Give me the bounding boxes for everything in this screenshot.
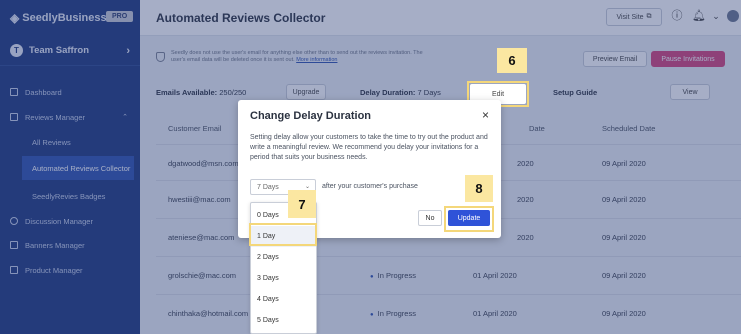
chevron-down-icon: ⌄	[304, 184, 310, 190]
option-highlight-box	[249, 223, 317, 246]
delay-options-list: 0 Days 1 Day 2 Days 3 Days 4 Days 5 Days	[250, 202, 317, 334]
update-highlight-box	[444, 206, 494, 232]
step-number-7: 7	[288, 190, 316, 218]
no-button[interactable]: No	[418, 210, 442, 226]
step-number-8: 8	[465, 175, 493, 202]
option-5-days[interactable]: 5 Days	[251, 310, 316, 331]
modal-title: Change Delay Duration	[250, 110, 372, 122]
option-3-days[interactable]: 3 Days	[251, 268, 316, 289]
option-2-days[interactable]: 2 Days	[251, 247, 316, 268]
close-icon[interactable]: ×	[482, 108, 489, 122]
modal-description: Setting delay allow your customers to ta…	[250, 134, 488, 162]
step-number-6: 6	[497, 48, 527, 73]
option-4-days[interactable]: 4 Days	[251, 289, 316, 310]
after-purchase-label: after your customer's purchase	[322, 183, 418, 190]
